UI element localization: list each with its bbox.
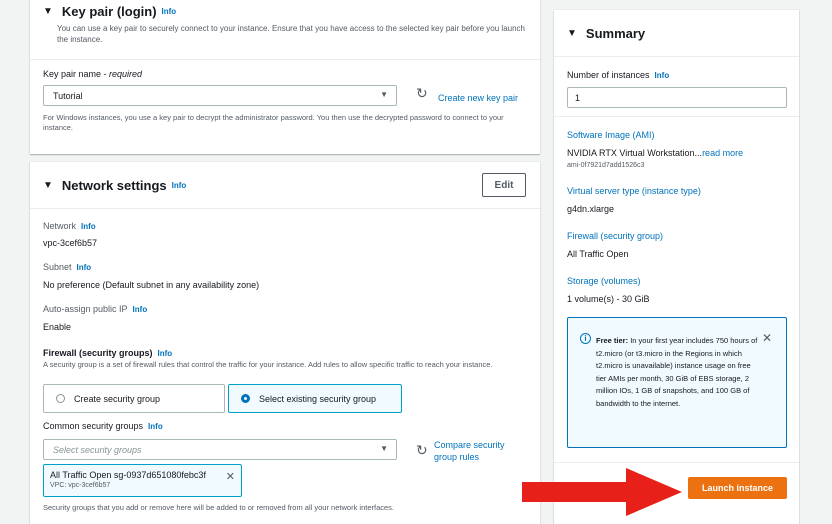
storage-value: 1 volume(s) - 30 GiB: [567, 294, 650, 304]
security-group-token-name: All Traffic Open sg-0937d651080febc3f: [50, 470, 206, 480]
free-tier-alert: i Free tier: In your first year includes…: [567, 317, 787, 448]
subnet-label: Subnet Info: [43, 262, 91, 272]
subnet-value: No preference (Default subnet in any ava…: [43, 280, 260, 290]
key-pair-name-label: Key pair name - required: [43, 69, 142, 79]
common-security-groups-text: Common security groups: [43, 421, 144, 431]
summary-title[interactable]: ▼ Summary: [567, 26, 645, 41]
caret-down-icon[interactable]: ▼: [43, 6, 53, 17]
key-pair-select[interactable]: Tutorial ▼: [43, 85, 397, 106]
divider: [554, 462, 799, 463]
dropdown-arrow-icon: ▼: [380, 90, 388, 99]
security-group-token-vpc: VPC: vpc-3cef6b57: [50, 482, 111, 489]
network-label: Network Info: [43, 221, 96, 231]
free-tier-body: In your first year includes 750 hours of…: [596, 336, 758, 408]
network-settings-header: ▼ Network settings Info: [43, 178, 186, 193]
network-label-text: Network: [43, 221, 77, 231]
divider: [30, 59, 540, 60]
security-group-token: All Traffic Open sg-0937d651080febc3f VP…: [43, 464, 242, 497]
summary-header: ▼ Summary: [567, 26, 645, 41]
radio-unselected-icon[interactable]: [56, 394, 65, 403]
firewall-title-text: Firewall (security groups): [43, 348, 153, 358]
network-settings-title-text: Network settings: [61, 178, 167, 193]
dropdown-arrow-icon: ▼: [380, 444, 388, 453]
radio-selected-icon[interactable]: [241, 394, 250, 403]
instances-info-link[interactable]: Info: [655, 71, 670, 80]
select-existing-security-group-label: Select existing security group: [259, 393, 377, 404]
number-of-instances-label: Number of instances Info: [567, 70, 669, 80]
public-ip-value: Enable: [43, 322, 72, 332]
summary-panel: ▼ Summary Number of instances Info 1 Soft…: [554, 10, 799, 524]
firewall-info-link[interactable]: Info: [158, 349, 173, 358]
common-security-groups-label: Common security groups Info: [43, 421, 163, 431]
key-pair-description: You can use a key pair to securely conne…: [57, 24, 525, 44]
caret-down-icon[interactable]: ▼: [567, 28, 577, 39]
instances-label-text: Number of instances: [567, 70, 650, 80]
refresh-icon[interactable]: ↻: [416, 442, 428, 459]
ami-value-text: NVIDIA RTX Virtual Workstation...: [567, 148, 703, 158]
number-of-instances-input[interactable]: 1: [567, 87, 787, 108]
security-groups-help-text: Security groups that you add or remove h…: [43, 503, 395, 512]
firewall-title: Firewall (security groups) Info: [43, 348, 172, 358]
ami-value: NVIDIA RTX Virtual Workstation...read mo…: [567, 148, 743, 158]
compare-security-group-rules-link[interactable]: Compare security group rules: [434, 439, 524, 463]
firewall-value: All Traffic Open: [567, 249, 629, 259]
free-tier-text: Free tier: In your first year includes 7…: [596, 335, 760, 411]
refresh-icon[interactable]: ↻: [416, 85, 428, 102]
divider: [554, 56, 799, 57]
security-groups-placeholder: Select security groups: [53, 444, 142, 455]
security-groups-select[interactable]: Select security groups ▼: [43, 439, 397, 460]
divider: [30, 208, 540, 209]
key-pair-label-text: Key pair name -: [43, 69, 110, 79]
key-pair-panel: ▼ Key pair (login) Info You can use a ke…: [30, 0, 540, 154]
edit-button[interactable]: Edit: [482, 173, 526, 197]
select-existing-security-group-option[interactable]: Select existing security group: [228, 384, 402, 413]
create-key-pair-link[interactable]: Create new key pair: [438, 93, 518, 103]
public-ip-info-link[interactable]: Info: [133, 305, 148, 314]
instance-type-value: g4dn.xlarge: [567, 204, 615, 214]
network-settings-title[interactable]: ▼ Network settings Info: [43, 178, 186, 193]
launch-instance-button[interactable]: Launch instance: [688, 477, 787, 499]
required-label: required: [109, 69, 143, 79]
subnet-label-text: Subnet: [43, 262, 72, 272]
network-value: vpc-3cef6b57: [43, 238, 98, 248]
key-pair-title[interactable]: ▼ Key pair (login) Info: [43, 4, 527, 19]
caret-down-icon[interactable]: ▼: [43, 180, 53, 191]
ami-link[interactable]: Software Image (AMI): [567, 130, 655, 140]
network-settings-panel: ▼ Network settings Info Edit Network Info…: [30, 162, 540, 524]
firewall-description: A security group is a set of firewall ru…: [43, 360, 493, 369]
public-ip-label-text: Auto-assign public IP: [43, 304, 128, 314]
key-pair-selected-value: Tutorial: [53, 90, 83, 101]
network-info-link[interactable]: Info: [172, 181, 187, 190]
red-arrow-annotation-icon: [522, 468, 682, 516]
create-security-group-option[interactable]: Create security group: [43, 384, 225, 413]
divider: [554, 116, 799, 117]
public-ip-label: Auto-assign public IP Info: [43, 304, 147, 314]
key-pair-info-link[interactable]: Info: [162, 7, 177, 16]
firewall-link[interactable]: Firewall (security group): [567, 231, 663, 241]
close-icon[interactable]: ✕: [762, 331, 772, 345]
storage-link[interactable]: Storage (volumes): [567, 276, 641, 286]
key-pair-title-text: Key pair (login): [61, 4, 157, 19]
subnet-info-link[interactable]: Info: [77, 263, 92, 272]
network-field-info-link[interactable]: Info: [81, 222, 96, 231]
free-tier-bold: Free tier:: [596, 336, 629, 345]
key-pair-help-text: For Windows instances, you use a key pai…: [43, 113, 504, 132]
common-sg-info-link[interactable]: Info: [148, 422, 163, 431]
create-security-group-label: Create security group: [74, 393, 161, 404]
summary-title-text: Summary: [585, 26, 646, 41]
info-icon: i: [580, 333, 591, 344]
instance-type-link[interactable]: Virtual server type (instance type): [567, 186, 701, 196]
remove-token-close-icon[interactable]: ✕: [226, 470, 235, 483]
read-more-link[interactable]: read more: [702, 148, 743, 158]
key-pair-header: ▼ Key pair (login) Info You can use a ke…: [43, 4, 527, 45]
ami-id: ami-0f7921d7add1526c3: [567, 162, 645, 169]
